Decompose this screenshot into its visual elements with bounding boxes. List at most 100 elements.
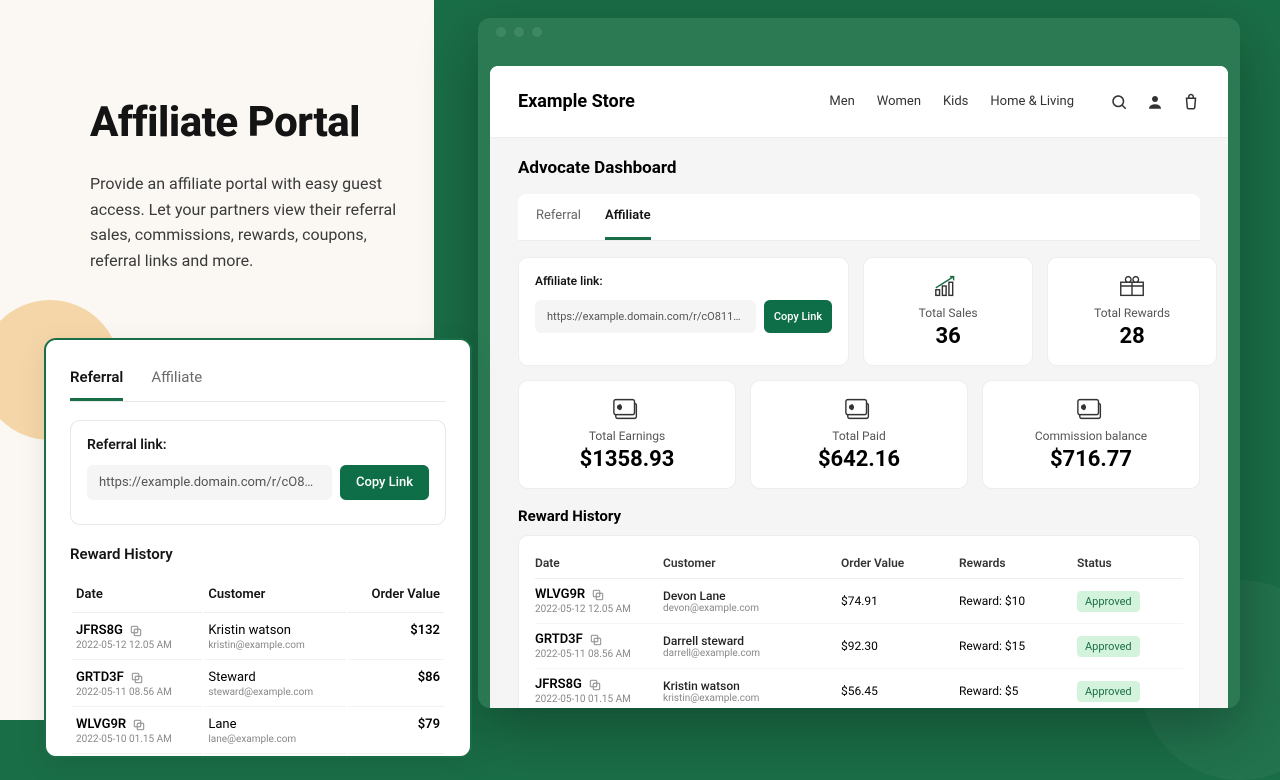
table-row: GRTD3F2022-05-11 08.56 AMStewardsteward@… <box>72 662 444 707</box>
affiliate-link-card: Affiliate link: https://example.domain.c… <box>518 257 849 366</box>
reward-value: Reward: $15 <box>959 639 1069 653</box>
order-value: $74.91 <box>841 594 951 608</box>
nav-men[interactable]: Men <box>829 94 854 109</box>
customer-email: devon@example.com <box>663 603 833 614</box>
col-order-value: Order Value <box>841 556 951 570</box>
copy-icon[interactable] <box>589 633 603 647</box>
order-code: JFRS8G <box>535 677 582 692</box>
store-header: Example Store Men Women Kids Home & Livi… <box>490 66 1228 138</box>
table-row: JFRS8G 2022-05-12 12.05 AM Kristin watson k… <box>72 615 444 660</box>
dash-tab-referral[interactable]: Referral <box>536 194 581 240</box>
table-row: WLVG9R 2022-05-10 01.15 AM Lane lane@exampl… <box>72 709 444 754</box>
col-date: Date <box>72 577 202 613</box>
timestamp: 2022-05-11 08.56 AM <box>76 687 198 698</box>
customer-email: darrell@example.com <box>663 648 833 659</box>
dash-tab-affiliate[interactable]: Affiliate <box>605 194 651 240</box>
timestamp: 2022-05-10 01.15 AM <box>535 694 655 705</box>
order-code: GRTD3F <box>76 670 124 685</box>
affiliate-link-label: Affiliate link: <box>535 274 832 288</box>
chart-icon <box>933 274 963 298</box>
col-customer: Customer <box>204 577 346 613</box>
reward-history-table: Date Customer Order Value JFRS8G 2022-05-… <box>70 575 446 756</box>
status-badge: Approved <box>1077 636 1140 657</box>
browser-window: Example Store Men Women Kids Home & Livi… <box>478 18 1240 708</box>
cart-icon[interactable] <box>1182 93 1200 111</box>
total-paid-card: $ Total Paid $642.16 <box>750 380 968 489</box>
col-status: Status <box>1077 556 1157 570</box>
customer-email: kristin@example.com <box>208 640 342 651</box>
status-badge: Approved <box>1077 681 1140 702</box>
customer-email: lane@example.com <box>208 734 342 745</box>
customer-email: kristin@example.com <box>663 693 833 704</box>
wallet-icon: $ <box>612 397 642 421</box>
wallet-icon: $ <box>844 397 874 421</box>
customer-name: Devon Lane <box>663 589 833 603</box>
order-value: $56.45 <box>841 684 951 698</box>
total-earnings-label: Total Earnings <box>589 429 665 443</box>
table-row: GRTD3F2022-05-11 08.56 AMDarrell steward… <box>535 624 1183 669</box>
copy-icon[interactable] <box>591 588 605 602</box>
customer-name: Kristin watson <box>663 679 833 693</box>
dashboard-title: Advocate Dashboard <box>518 158 1200 178</box>
order-code: JFRS8G <box>76 623 123 638</box>
nav-home-living[interactable]: Home & Living <box>990 94 1074 109</box>
customer-email: steward@example.com <box>208 687 342 698</box>
total-rewards-label: Total Rewards <box>1094 306 1170 320</box>
referral-link-input[interactable]: https://example.domain.com/r/cO81169M8 <box>87 465 332 500</box>
copy-icon[interactable] <box>129 624 143 638</box>
copy-link-button[interactable]: Copy Link <box>340 465 429 500</box>
total-rewards-value: 28 <box>1119 324 1144 349</box>
nav-kids[interactable]: Kids <box>943 94 968 109</box>
window-titlebar <box>478 18 1240 46</box>
timestamp: 2022-05-12 12.05 AM <box>535 604 655 615</box>
nav-women[interactable]: Women <box>877 94 921 109</box>
wallet-icon: $ <box>1076 397 1106 421</box>
referral-card: Referral Affiliate Referral link: https:… <box>44 338 472 758</box>
table-row: WLVG9R 2022-05-12 12.05 AM Devon Lanedevon… <box>535 579 1183 624</box>
total-paid-value: $642.16 <box>818 447 900 472</box>
col-order-value: Order Value <box>348 577 444 613</box>
customer-name: Lane <box>208 717 342 732</box>
table-row: JFRS8G 2022-05-10 01.15 AM Kristin watsonk… <box>535 669 1183 708</box>
order-value: $86 <box>348 662 444 707</box>
col-date: Date <box>535 556 655 570</box>
timestamp: 2022-05-12 12.05 AM <box>76 640 198 651</box>
store-name: Example Store <box>518 91 635 112</box>
timestamp: 2022-05-10 01.15 AM <box>76 734 198 745</box>
total-sales-value: 36 <box>935 324 960 349</box>
dash-reward-history-table: Date Customer Order Value Rewards Status… <box>518 535 1200 708</box>
order-value: $132 <box>348 615 444 660</box>
reward-history-title: Reward History <box>70 545 446 563</box>
total-sales-label: Total Sales <box>919 306 978 320</box>
tab-referral[interactable]: Referral <box>70 368 123 401</box>
user-icon[interactable] <box>1146 93 1164 111</box>
total-paid-label: Total Paid <box>832 429 886 443</box>
total-rewards-card: Total Rewards 28 <box>1047 257 1217 366</box>
tab-affiliate[interactable]: Affiliate <box>151 368 202 401</box>
copy-icon[interactable] <box>588 678 602 692</box>
order-value: $79 <box>348 709 444 754</box>
commission-balance-label: Commission balance <box>1035 429 1147 443</box>
copy-affiliate-link-button[interactable]: Copy Link <box>764 300 832 333</box>
total-earnings-card: $ Total Earnings $1358.93 <box>518 380 736 489</box>
search-icon[interactable] <box>1110 93 1128 111</box>
page-title: Affiliate Portal <box>90 98 434 147</box>
order-code: WLVG9R <box>535 587 585 602</box>
col-customer: Customer <box>663 556 833 570</box>
page-description: Provide an affiliate portal with easy gu… <box>90 171 400 273</box>
commission-balance-value: $716.77 <box>1050 447 1132 472</box>
reward-value: Reward: $10 <box>959 594 1069 608</box>
order-code: GRTD3F <box>535 632 583 647</box>
dash-reward-history-title: Reward History <box>518 507 1200 525</box>
total-sales-card: Total Sales 36 <box>863 257 1033 366</box>
commission-balance-card: $ Commission balance $716.77 <box>982 380 1200 489</box>
customer-name: Kristin watson <box>208 623 342 638</box>
order-code: WLVG9R <box>76 717 126 732</box>
order-value: $92.30 <box>841 639 951 653</box>
referral-link-label: Referral link: <box>87 437 429 453</box>
affiliate-link-input[interactable]: https://example.domain.com/r/cO81169M8c <box>535 300 756 333</box>
total-earnings-value: $1358.93 <box>580 447 675 472</box>
col-rewards: Rewards <box>959 556 1069 570</box>
reward-value: Reward: $5 <box>959 684 1069 698</box>
copy-icon[interactable] <box>130 671 144 685</box>
